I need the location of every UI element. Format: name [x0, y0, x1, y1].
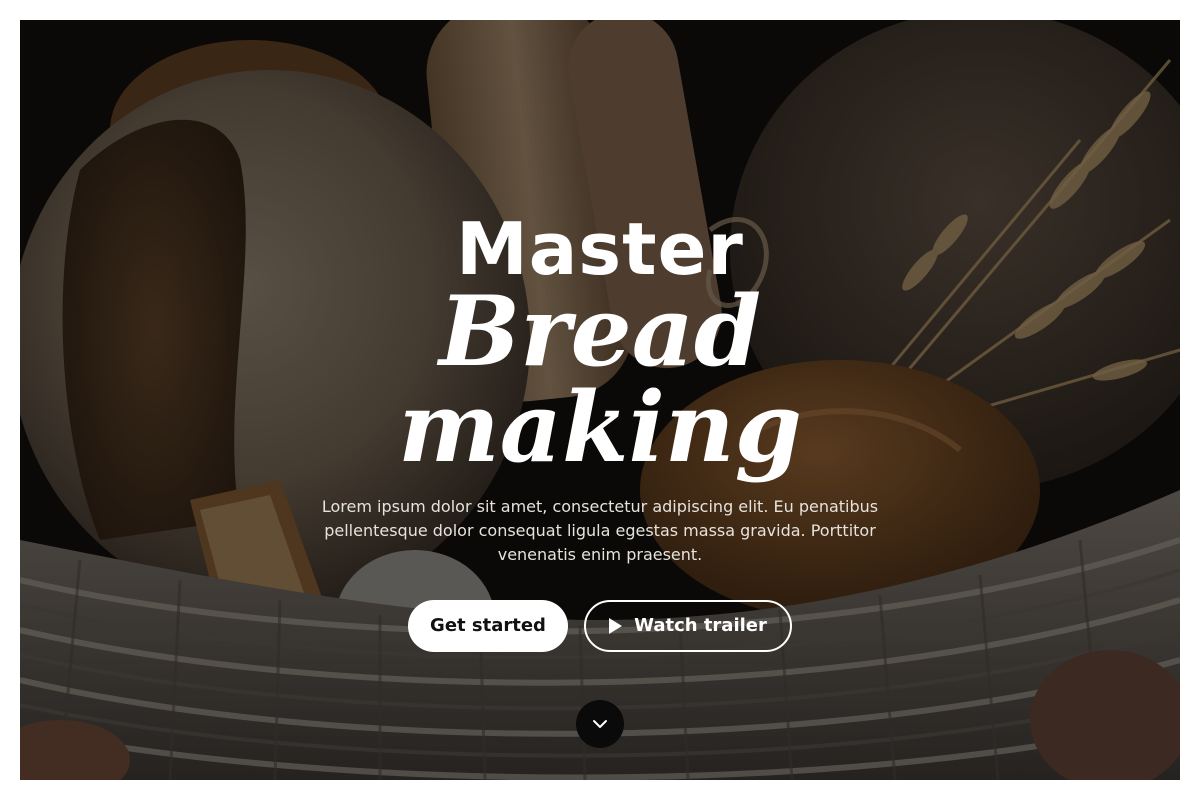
hero-subtitle: Lorem ipsum dolor sit amet, consectetur …: [321, 497, 879, 564]
hero-title-line-2: Bread: [438, 275, 762, 388]
get-started-label: Get started: [430, 615, 546, 636]
chevron-down-icon: [593, 720, 607, 728]
get-started-button[interactable]: Get started: [408, 600, 568, 652]
hero-section: Master Bread making Lorem ipsum dolor si…: [20, 20, 1180, 780]
hero-title-line-3: making: [398, 371, 802, 484]
watch-trailer-label: Watch trailer: [634, 615, 767, 636]
hero-content: Master Bread making Lorem ipsum dolor si…: [20, 20, 1180, 780]
play-icon: [609, 618, 623, 634]
watch-trailer-button[interactable]: Watch trailer: [584, 600, 792, 652]
scroll-down-button[interactable]: [576, 700, 624, 748]
